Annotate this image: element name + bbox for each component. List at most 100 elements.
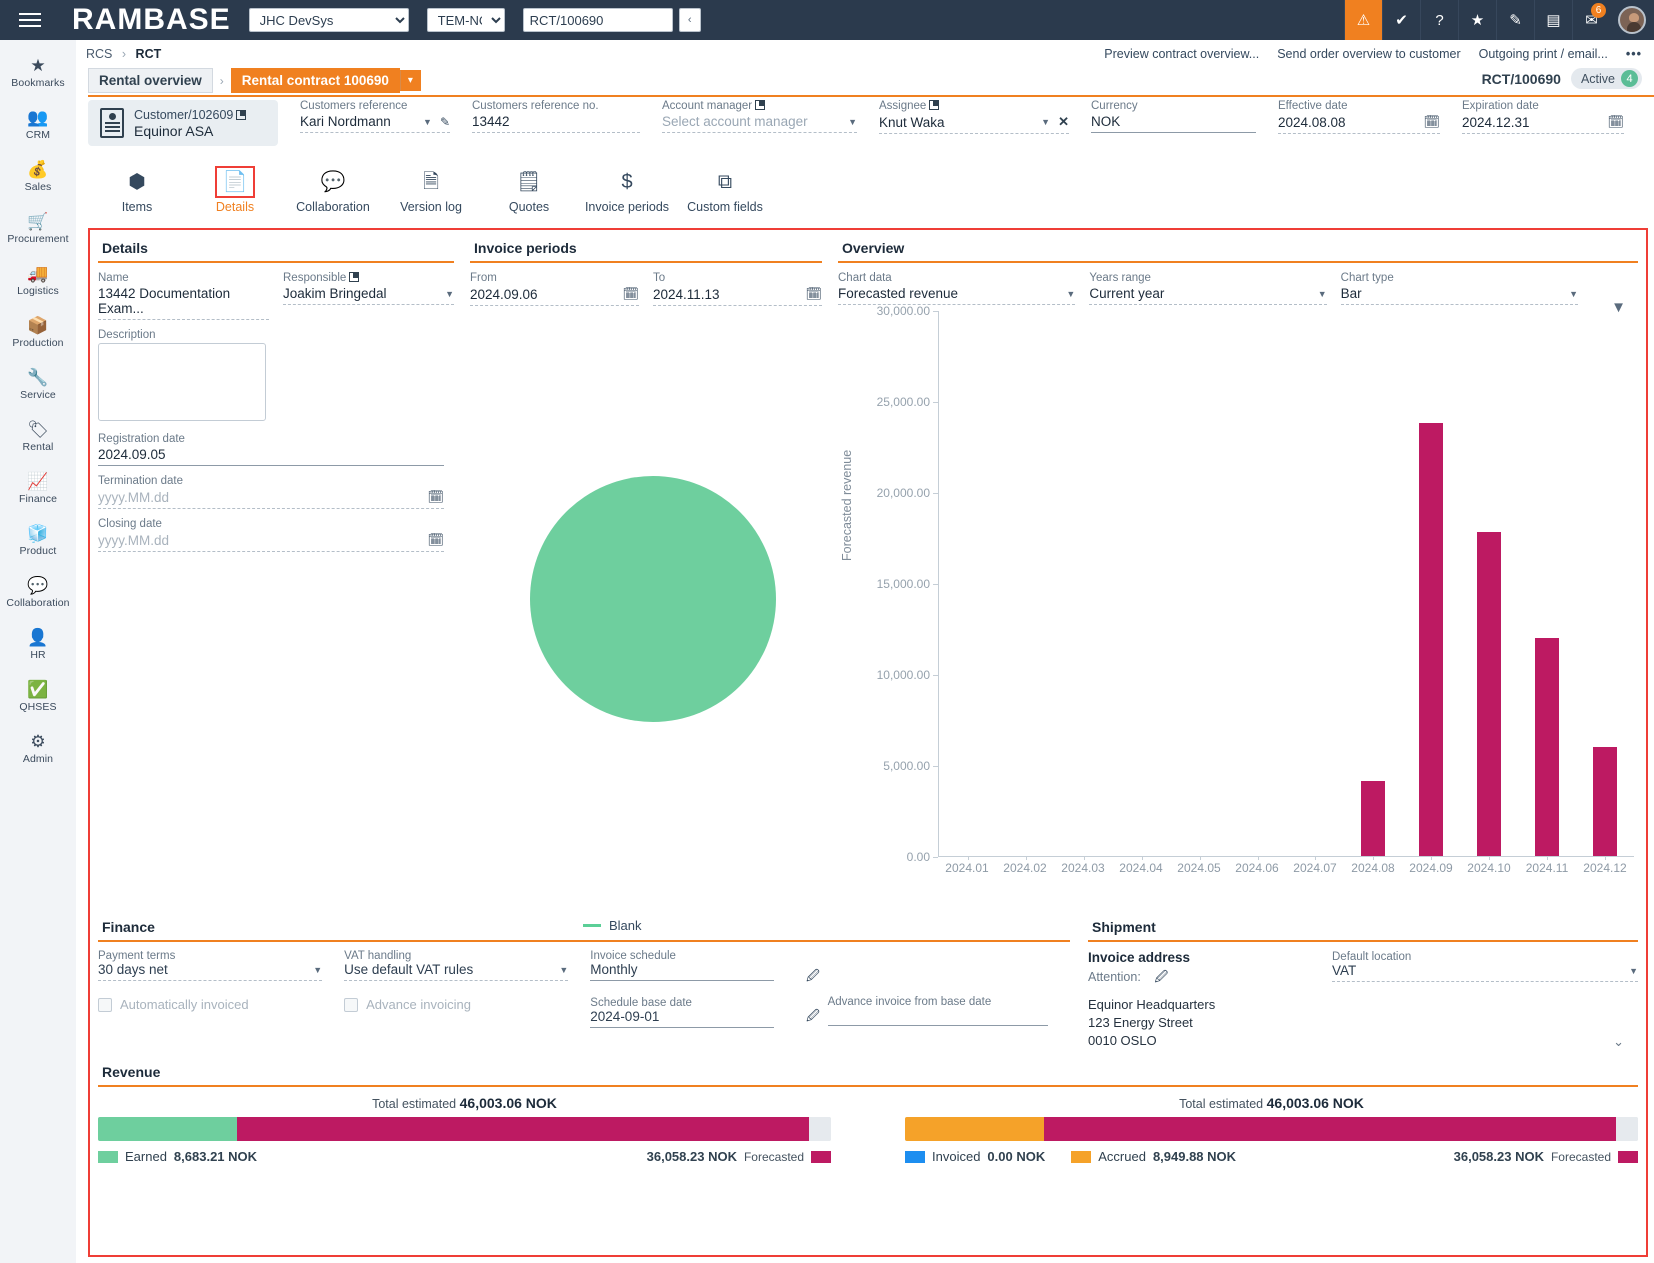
edit-attention-icon[interactable]: 🖉 xyxy=(1154,969,1168,984)
description-input[interactable] xyxy=(98,343,266,421)
edit-pencil-icon[interactable]: ✎ xyxy=(440,115,450,129)
avatar[interactable] xyxy=(1610,0,1654,40)
chevron-down-icon[interactable]: ▼ xyxy=(435,289,454,299)
chevron-down-icon[interactable]: ▼ xyxy=(1559,289,1578,299)
external-link-icon[interactable] xyxy=(349,272,359,282)
edit-schedule-base-date-icon[interactable]: 🖉 xyxy=(806,1007,824,1029)
chevron-down-icon[interactable]: ▼ xyxy=(1308,289,1327,299)
breadcrumb-root[interactable]: RCS xyxy=(86,47,112,61)
favorite-icon[interactable]: ★ xyxy=(1458,0,1496,40)
account-manager-value-row[interactable]: Select account manager ▼ xyxy=(662,114,857,133)
external-link-icon[interactable] xyxy=(236,110,246,120)
chevron-down-icon[interactable]: ▼ xyxy=(838,117,857,127)
sidebar-item-logistics[interactable]: 🚚 Logistics xyxy=(0,254,76,306)
sidebar-item-qhses[interactable]: ✅ QHSES xyxy=(0,670,76,722)
sidebar-item-service[interactable]: 🔧 Service xyxy=(0,358,76,410)
tab-version-log[interactable]: 🗎 Version log xyxy=(382,162,480,218)
calendar-icon[interactable]: 🗓 xyxy=(612,286,639,302)
attachment-icon[interactable]: ✎ xyxy=(1496,0,1534,40)
sidebar-item-finance[interactable]: 📈 Finance xyxy=(0,462,76,514)
registration-date-value[interactable]: 2024.09.05 xyxy=(98,447,444,466)
closing-date-value-row[interactable]: yyyy.MM.dd 🗓 xyxy=(98,532,444,552)
chevron-down-icon[interactable]: ▼ xyxy=(549,965,568,975)
tab-rental-overview[interactable]: Rental overview xyxy=(88,68,213,93)
calendar-icon[interactable]: 🗓 xyxy=(1597,114,1624,130)
termination-date-value-row[interactable]: yyyy.MM.dd 🗓 xyxy=(98,489,444,509)
effective-date-value-row[interactable]: 2024.08.08 🗓 xyxy=(1278,114,1440,134)
customers-reference-no-value[interactable]: 13442 xyxy=(472,114,640,133)
sidebar-item-rental[interactable]: 🏷 Rental xyxy=(0,410,76,462)
assignee-value-row[interactable]: Knut Waka ▼ ✕ xyxy=(879,114,1069,134)
more-actions-icon[interactable]: ••• xyxy=(1626,47,1642,61)
tab-quotes[interactable]: 🗒 Quotes xyxy=(480,162,578,218)
chevron-down-icon[interactable]: ▾ xyxy=(400,70,421,91)
sidebar-item-bookmarks[interactable]: ★ Bookmarks xyxy=(0,46,76,98)
sidebar-item-collaboration[interactable]: 💬 Collaboration xyxy=(0,566,76,618)
chevron-down-icon[interactable]: ▼ xyxy=(1619,966,1638,976)
sidebar-item-crm[interactable]: 👥 CRM xyxy=(0,98,76,150)
status-badge[interactable]: Active 4 xyxy=(1571,68,1642,89)
mail-icon[interactable]: ✉ 6 xyxy=(1572,0,1610,40)
responsible-value-row[interactable]: Joakim Bringedal ▼ xyxy=(283,286,454,305)
from-value-row[interactable]: 2024.09.06 🗓 xyxy=(470,286,639,306)
vat-handling-value-row[interactable]: Use default VAT rules ▼ xyxy=(344,962,568,981)
chart-bar[interactable] xyxy=(1593,747,1617,856)
calendar-icon[interactable]: 🗓 xyxy=(417,489,444,505)
sidebar-item-hr[interactable]: 👤 HR xyxy=(0,618,76,670)
expand-shipment-icon[interactable]: ⌄ xyxy=(1613,1034,1624,1050)
sidebar-item-admin[interactable]: ⚙ Admin xyxy=(0,722,76,774)
tab-invoice-periods[interactable]: $ Invoice periods xyxy=(578,162,676,218)
list-icon[interactable]: ▤ xyxy=(1534,0,1572,40)
clear-assignee-icon[interactable]: ✕ xyxy=(1058,114,1069,130)
warning-icon[interactable]: ⚠ xyxy=(1344,0,1382,40)
external-link-icon[interactable] xyxy=(755,100,765,110)
calendar-icon[interactable]: 🗓 xyxy=(795,286,822,302)
to-value-row[interactable]: 2024.11.13 🗓 xyxy=(653,286,822,306)
calendar-icon[interactable]: 🗓 xyxy=(417,532,444,548)
preview-contract-overview-action[interactable]: Preview contract overview... xyxy=(1104,47,1259,61)
chart-bar[interactable] xyxy=(1477,532,1501,856)
company-select[interactable]: JHC DevSys xyxy=(249,8,409,32)
automatically-invoiced-checkbox[interactable]: Automatically invoiced xyxy=(98,997,322,1012)
chevron-down-icon[interactable]: ▼ xyxy=(1056,289,1075,299)
send-order-overview-action[interactable]: Send order overview to customer xyxy=(1277,47,1460,61)
chart-data-value-row[interactable]: Forecasted revenue ▼ xyxy=(838,286,1075,305)
chevron-down-icon[interactable]: ▼ xyxy=(413,117,432,127)
customer-id[interactable]: Customer/102609 xyxy=(134,108,233,122)
chart-bar[interactable] xyxy=(1535,638,1559,856)
sidebar-item-production[interactable]: 📦 Production xyxy=(0,306,76,358)
help-icon[interactable]: ? xyxy=(1420,0,1458,40)
document-search-input[interactable] xyxy=(523,8,673,32)
tab-collaboration[interactable]: 💬 Collaboration xyxy=(284,162,382,218)
chart-bar[interactable] xyxy=(1361,781,1385,856)
approved-icon[interactable]: ✔ xyxy=(1382,0,1420,40)
expiration-date-value-row[interactable]: 2024.12.31 🗓 xyxy=(1462,114,1624,134)
currency-value[interactable]: NOK xyxy=(1091,114,1256,133)
revenue-right-progress-bar[interactable] xyxy=(905,1117,1638,1141)
outgoing-print-email-action[interactable]: Outgoing print / email... xyxy=(1479,47,1608,61)
invoice-schedule-value[interactable]: Monthly xyxy=(590,962,774,981)
chevron-down-icon[interactable]: ▼ xyxy=(1031,117,1050,127)
chart-type-value-row[interactable]: Bar ▼ xyxy=(1341,286,1578,305)
revenue-left-progress-bar[interactable] xyxy=(98,1117,831,1141)
external-link-icon[interactable] xyxy=(929,100,939,110)
sidebar-item-product[interactable]: 🧊 Product xyxy=(0,514,76,566)
advance-invoicing-checkbox[interactable]: Advance invoicing xyxy=(344,997,568,1012)
customers-reference-value-row[interactable]: Kari Nordmann ▼ ✎ xyxy=(300,114,450,133)
sidebar-item-sales[interactable]: 💰 Sales xyxy=(0,150,76,202)
years-range-value-row[interactable]: Current year ▼ xyxy=(1089,286,1326,305)
tab-custom-fields[interactable]: ⧉ Custom fields xyxy=(676,162,774,218)
tab-items[interactable]: ⬢ Items xyxy=(88,162,186,218)
system-select[interactable]: TEM-NO xyxy=(427,8,505,32)
schedule-base-date-value[interactable]: 2024-09-01 xyxy=(590,1009,774,1028)
customer-card[interactable]: Customer/102609 Equinor ASA xyxy=(88,100,278,146)
menu-hamburger-icon[interactable] xyxy=(0,13,60,27)
default-location-value-row[interactable]: VAT ▼ xyxy=(1332,963,1638,982)
edit-invoice-schedule-icon[interactable]: 🖉 xyxy=(806,967,824,989)
name-value[interactable]: 13442 Documentation Exam... xyxy=(98,286,269,320)
tab-details[interactable]: 📄 Details xyxy=(186,162,284,218)
collapse-button[interactable]: ‹ xyxy=(679,8,701,32)
calendar-icon[interactable]: 🗓 xyxy=(1413,114,1440,130)
chart-bar[interactable] xyxy=(1419,423,1443,856)
sidebar-item-procurement[interactable]: 🛒 Procurement xyxy=(0,202,76,254)
